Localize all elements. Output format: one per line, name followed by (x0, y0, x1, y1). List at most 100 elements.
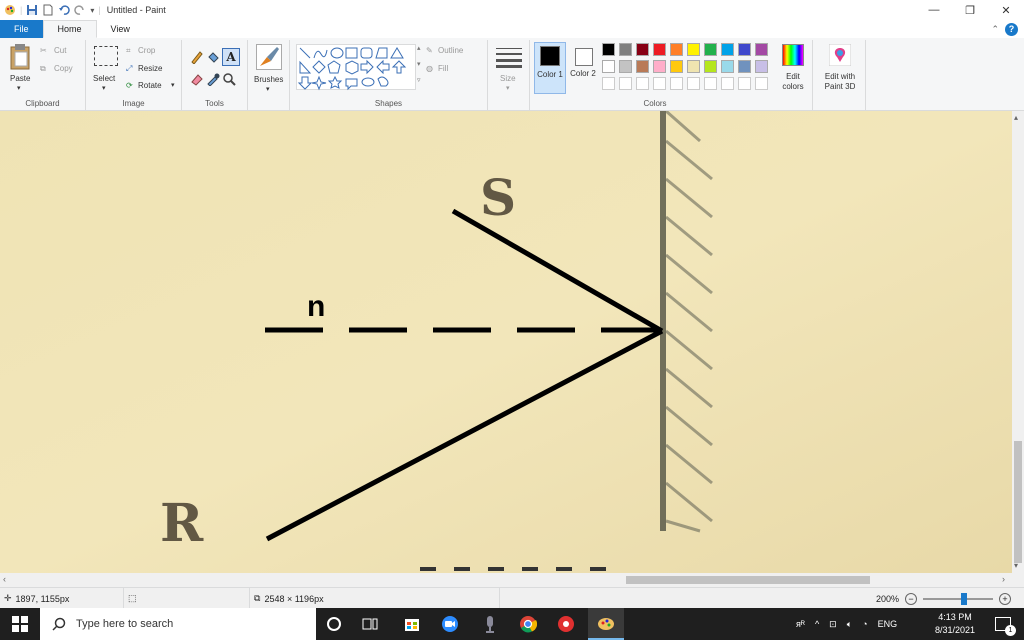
task-view-icon[interactable] (352, 608, 388, 640)
customize-qat-icon[interactable]: ▾ (90, 6, 94, 15)
pencil-icon[interactable] (190, 50, 204, 66)
magnifier-icon[interactable] (222, 72, 236, 88)
rotate-dropdown-icon[interactable]: ▾ (171, 81, 175, 89)
canvas-image[interactable]: S n R (0, 111, 1012, 573)
volume-icon[interactable]: 🔈︎ (847, 619, 852, 630)
palette-swatch[interactable] (619, 43, 632, 56)
palette-swatch[interactable] (721, 43, 734, 56)
people-icon[interactable]: ᴙᴿ (796, 619, 805, 629)
copy-button[interactable]: Copy (54, 64, 73, 73)
tab-home[interactable]: Home (42, 20, 97, 38)
microsoft-store-icon[interactable] (394, 608, 430, 640)
clock[interactable]: 4:13 PM 8/31/2021 (928, 608, 982, 640)
fill-bucket-icon[interactable] (206, 50, 220, 66)
collapse-ribbon-icon[interactable]: ⌃ (991, 24, 999, 35)
scroll-down-icon[interactable]: ▾ (1014, 561, 1018, 570)
redo-icon[interactable] (74, 4, 86, 16)
canvas-viewport[interactable]: S n R (0, 111, 1012, 573)
taskbar-search[interactable]: Type here to search (40, 608, 316, 640)
save-icon[interactable] (26, 4, 38, 16)
minimize-icon[interactable]: — (916, 0, 952, 20)
tab-view[interactable]: View (97, 20, 144, 38)
palette-swatch[interactable] (704, 60, 717, 73)
palette-swatch[interactable] (636, 43, 649, 56)
custom-color-slot[interactable] (670, 77, 683, 90)
color2-button[interactable]: Color 2 (568, 42, 600, 94)
cut-button[interactable]: Cut (54, 46, 66, 55)
fill-button[interactable]: Fill (438, 64, 448, 73)
scroll-up-icon[interactable]: ▴ (1014, 113, 1018, 122)
cortana-icon[interactable] (316, 608, 352, 640)
shapes-expand-icon[interactable]: ▿ (417, 76, 421, 84)
palette-swatch[interactable] (755, 60, 768, 73)
paint-taskbar-icon[interactable] (588, 608, 624, 640)
zoom-slider[interactable] (923, 592, 994, 605)
palette-swatch[interactable] (670, 43, 683, 56)
wifi-icon[interactable]: ◔ (862, 619, 867, 629)
palette-swatch[interactable] (670, 60, 683, 73)
vertical-scrollbar[interactable]: ▴ ▾ (1012, 111, 1024, 573)
rotate-button[interactable]: Rotate (138, 81, 162, 90)
palette-swatch[interactable] (704, 43, 717, 56)
color1-button[interactable]: Color 1 (534, 42, 566, 94)
shapes-scroll-up-icon[interactable]: ▴ (417, 44, 421, 52)
vertical-scroll-thumb[interactable] (1014, 441, 1022, 563)
palette-swatch[interactable] (738, 60, 751, 73)
tray-expand-icon[interactable]: ^ (815, 619, 819, 629)
resize-button[interactable]: Resize (138, 64, 162, 73)
custom-color-slot[interactable] (653, 77, 666, 90)
chrome-icon[interactable] (510, 608, 546, 640)
help-icon[interactable]: ? (1005, 22, 1018, 36)
color-picker-icon[interactable] (206, 72, 220, 88)
undo-icon[interactable] (58, 4, 71, 16)
edit-colors-button[interactable]: Edit colors (776, 42, 810, 94)
language-indicator[interactable]: ENG (878, 619, 898, 629)
palette-swatch[interactable] (653, 60, 666, 73)
new-file-icon[interactable] (42, 4, 54, 16)
custom-color-slot[interactable] (755, 77, 768, 90)
custom-color-slot[interactable] (602, 77, 615, 90)
custom-color-slot[interactable] (721, 77, 734, 90)
custom-color-slot[interactable] (636, 77, 649, 90)
notification-center-icon[interactable]: 1 (986, 608, 1020, 640)
microphone-app-icon[interactable] (472, 608, 508, 640)
scroll-right-icon[interactable]: › (1002, 574, 1005, 584)
palette-swatch[interactable] (755, 43, 768, 56)
tab-file[interactable]: File (0, 20, 43, 38)
zoom-slider-thumb[interactable] (961, 592, 968, 605)
palette-swatch[interactable] (602, 60, 615, 73)
palette-swatch[interactable] (721, 60, 734, 73)
paste-button[interactable]: Paste ▾ (6, 42, 34, 92)
palette-swatch[interactable] (636, 60, 649, 73)
palette-swatch[interactable] (602, 43, 615, 56)
brushes-button[interactable]: Brushes ▾ (250, 42, 288, 93)
palette-swatch[interactable] (653, 43, 666, 56)
edit-with-paint3d-button[interactable]: Edit with Paint 3D (815, 42, 865, 94)
network-icon[interactable]: ⊡ (829, 619, 837, 630)
custom-color-slot[interactable] (687, 77, 700, 90)
size-button[interactable]: Size ▾ (494, 46, 524, 92)
eraser-icon[interactable] (190, 72, 204, 88)
palette-swatch[interactable] (687, 43, 700, 56)
close-icon[interactable]: ✕ (988, 0, 1024, 20)
select-button[interactable]: Select ▾ (90, 44, 122, 92)
custom-color-slot[interactable] (704, 77, 717, 90)
shapes-gallery[interactable] (296, 44, 416, 91)
palette-swatch[interactable] (738, 43, 751, 56)
red-app-icon[interactable] (548, 608, 584, 640)
zoom-app-icon[interactable] (432, 608, 468, 640)
zoom-in-icon[interactable]: + (999, 592, 1012, 605)
palette-swatch[interactable] (619, 60, 632, 73)
shapes-scroll-down-icon[interactable]: ▾ (417, 60, 421, 68)
outline-button[interactable]: Outline (438, 46, 463, 55)
horizontal-scroll-thumb[interactable] (626, 576, 870, 584)
start-button[interactable] (2, 608, 38, 640)
text-icon[interactable]: A (222, 48, 240, 66)
horizontal-scrollbar[interactable]: ‹ › (0, 573, 1012, 587)
custom-color-slot[interactable] (619, 77, 632, 90)
custom-color-slot[interactable] (738, 77, 751, 90)
zoom-out-icon[interactable]: − (905, 592, 918, 605)
palette-swatch[interactable] (687, 60, 700, 73)
crop-button[interactable]: Crop (138, 46, 155, 55)
restore-icon[interactable]: ❐ (952, 0, 988, 20)
